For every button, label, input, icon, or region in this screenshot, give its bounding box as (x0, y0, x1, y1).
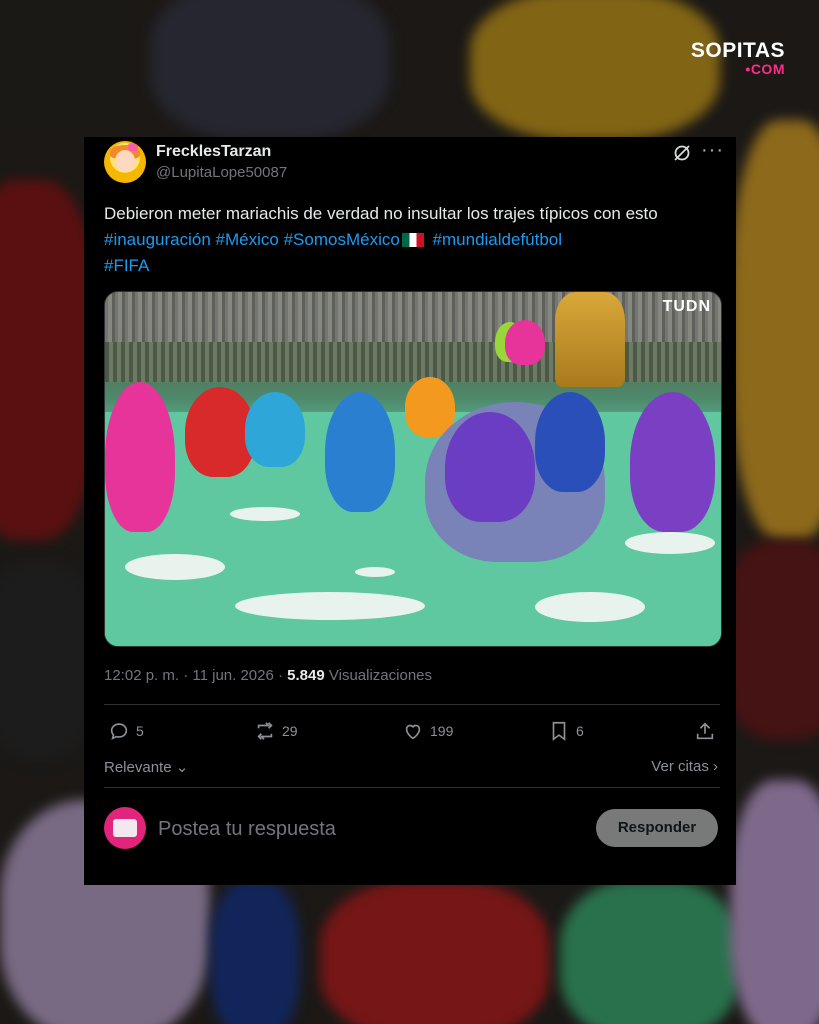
like-button[interactable]: 199 (402, 720, 453, 742)
sopitas-logo: SOPITAS •COM (690, 39, 785, 78)
grok-icon[interactable] (672, 143, 692, 163)
views-label: Visualizaciones (324, 667, 433, 684)
view-quotes-label: Ver citas (651, 758, 709, 775)
tweet-card: FrecklesTarzan @LupitaLope50087 ··· Debi… (84, 137, 736, 885)
share-button[interactable] (694, 720, 716, 742)
sort-dropdown[interactable]: Relevante ⌄ (104, 758, 188, 776)
reply-button[interactable]: 5 (108, 720, 144, 742)
chevron-down-icon: ⌄ (171, 759, 189, 776)
hashtag[interactable]: #FIFA (104, 256, 149, 275)
repost-button[interactable]: 29 (254, 720, 298, 742)
divider (104, 787, 720, 788)
hashtag[interactable]: #inauguración (104, 230, 211, 249)
reply-submit-button[interactable]: Responder (596, 809, 718, 847)
trophy-structure (555, 292, 625, 387)
tweet-body: Debieron meter mariachis de verdad no in… (104, 204, 658, 223)
reply-input[interactable]: Postea tu respuesta (158, 818, 336, 841)
divider (104, 704, 720, 705)
views-count: 5.849 (287, 667, 325, 684)
sort-label: Relevante (104, 759, 172, 776)
current-user-avatar[interactable] (104, 807, 146, 849)
heart-icon (405, 724, 421, 740)
display-name[interactable]: FrecklesTarzan (156, 143, 271, 161)
mexico-flag-emoji (401, 233, 424, 247)
like-count: 199 (430, 723, 454, 739)
chevron-right-icon: › (708, 758, 718, 775)
share-icon (696, 722, 714, 740)
tweet-text: Debieron meter mariachis de verdad no in… (104, 201, 714, 279)
brand-name: SOPITAS (690, 39, 785, 62)
view-quotes-link[interactable]: Ver citas › (651, 758, 718, 775)
hashtag[interactable]: #México (216, 230, 279, 249)
bookmark-button[interactable]: 6 (548, 720, 584, 742)
bookmark-icon (552, 721, 566, 741)
repost-count: 29 (282, 723, 298, 739)
brand-domain: •COM (745, 61, 785, 77)
hashtag[interactable]: #SomosMéxico (284, 230, 400, 249)
bookmark-count: 6 (576, 723, 584, 739)
reply-count: 5 (136, 723, 144, 739)
reply-icon (110, 723, 128, 740)
user-handle[interactable]: @LupitaLope50087 (156, 164, 287, 181)
broadcaster-watermark: TUDN (662, 298, 711, 315)
tweet-meta: 12:02 p. m. · 11 jun. 2026 · 5.849 Visua… (104, 667, 432, 684)
repost-icon (257, 722, 273, 740)
more-options-icon[interactable]: ··· (701, 139, 724, 162)
user-avatar[interactable] (104, 141, 146, 183)
tweet-image[interactable]: TUDN (104, 291, 722, 647)
hashtag[interactable]: #mundialdefútbol (433, 230, 562, 249)
timestamp[interactable]: 12:02 p. m. · 11 jun. 2026 · (104, 667, 287, 684)
